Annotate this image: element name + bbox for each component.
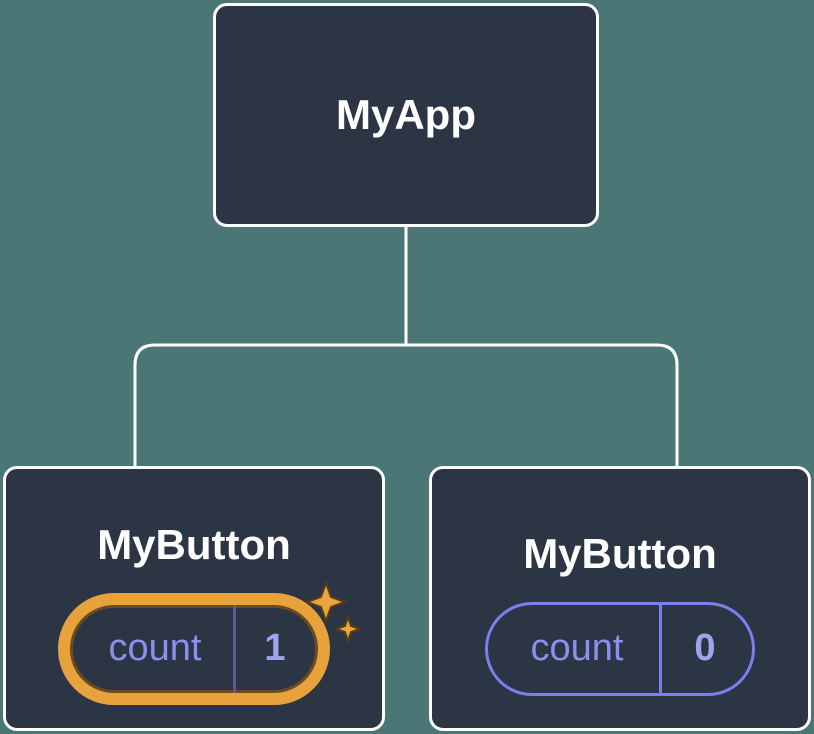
child-title-left: MyButton (97, 521, 291, 569)
state-pill-highlighted: count 1 (58, 593, 329, 705)
state-pill-normal: count 0 (485, 602, 754, 696)
root-title: MyApp (336, 91, 476, 139)
state-pill-wrap-right: count 0 (485, 602, 754, 696)
state-label-left: count (70, 605, 236, 693)
child-title-right: MyButton (523, 530, 717, 578)
state-value-right: 0 (662, 605, 751, 693)
root-component-node: MyApp (213, 3, 599, 227)
state-pill-wrap-left: count 1 (58, 593, 329, 705)
state-label-right: count (488, 605, 662, 693)
child-component-node-right: MyButton count 0 (429, 466, 811, 731)
state-value-left: 1 (236, 605, 317, 693)
child-component-node-left: MyButton count 1 (3, 466, 385, 731)
